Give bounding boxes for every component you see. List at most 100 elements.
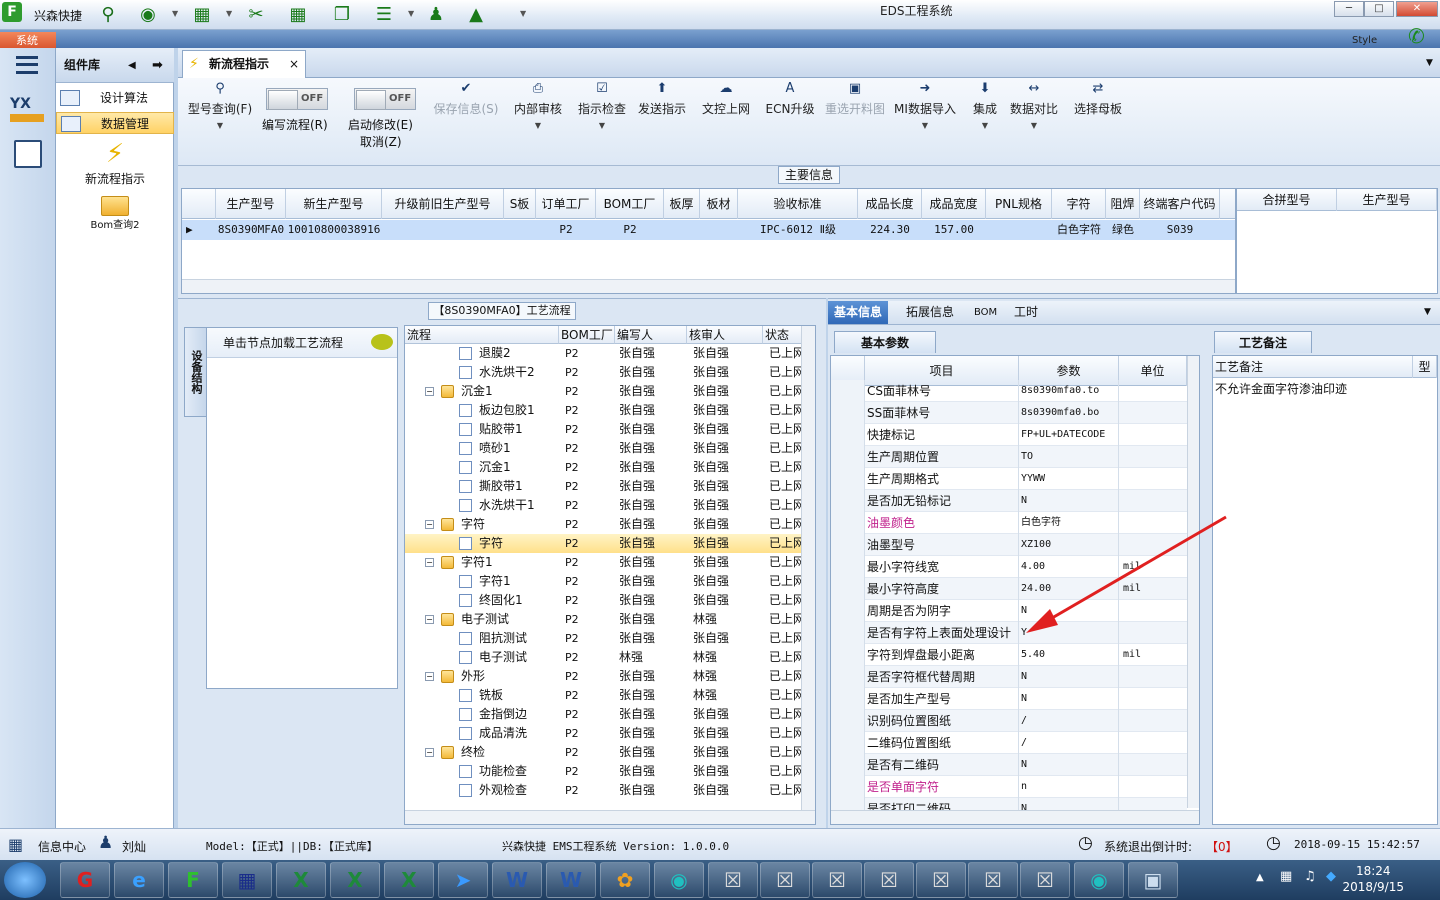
param-row[interactable]: 是否有二维码 N: [831, 754, 1187, 776]
close-icon[interactable]: ×: [289, 51, 299, 77]
column-header[interactable]: 生产型号: [216, 189, 286, 219]
tree-row[interactable]: − 字符 P2 张自强 张自强 已上网: [405, 515, 803, 534]
horizontal-scrollbar[interactable]: [831, 810, 1199, 824]
close-button[interactable]: ✕: [1396, 1, 1438, 17]
chevron-down-icon[interactable]: ▼: [408, 9, 414, 18]
tree-row[interactable]: 字符 P2 张自强 张自强 已上网: [405, 534, 803, 553]
chevron-down-icon[interactable]: ▼: [172, 9, 178, 18]
write-flow-toggle[interactable]: OFF: [266, 88, 328, 110]
param-row[interactable]: 二维码位置图纸 /: [831, 732, 1187, 754]
column-header[interactable]: 升级前旧生产型号: [382, 189, 504, 219]
param-row[interactable]: 生产周期位置 TO: [831, 446, 1187, 468]
shell-icon[interactable]: ✿: [600, 862, 650, 898]
table-cell[interactable]: 10010800038916: [286, 220, 382, 240]
ribbon-button[interactable]: ✔ 保存信息(S): [430, 82, 502, 142]
param-value[interactable]: N: [1019, 688, 1119, 710]
tree-row[interactable]: 水洗烘干1 P2 张自强 张自强 已上网: [405, 496, 803, 515]
taskbar-clock[interactable]: 18:24 2018/9/15: [1342, 863, 1404, 895]
excel-icon[interactable]: X: [330, 862, 380, 898]
collapse-toggle-icon[interactable]: −: [425, 615, 434, 624]
column-header[interactable]: 订单工厂: [536, 189, 596, 219]
new-flow-indicator-tool[interactable]: ⚡ 新流程指示: [56, 138, 174, 190]
horizontal-scrollbar[interactable]: [405, 810, 815, 824]
tree-row[interactable]: − 电子测试 P2 张自强 林强 已上网: [405, 610, 803, 629]
tab-basic-info[interactable]: 基本信息: [828, 301, 889, 324]
app-g-icon[interactable]: G: [60, 862, 110, 898]
param-value[interactable]: FP+UL+DATECODE: [1019, 424, 1119, 446]
param-value[interactable]: n: [1019, 776, 1119, 798]
eye-icon[interactable]: ◉: [654, 862, 704, 898]
collapse-toggle-icon[interactable]: −: [425, 520, 434, 529]
menu-icon[interactable]: [16, 56, 38, 74]
security-icon[interactable]: ◆: [1326, 869, 1336, 884]
table-cell[interactable]: 157.00: [922, 220, 986, 240]
chart-icon[interactable]: ▲: [464, 3, 488, 25]
param-row[interactable]: CS面菲林号 8s0390mfa0.to: [831, 380, 1187, 402]
tree-row[interactable]: 成品清洗 P2 张自强 张自强 已上网: [405, 724, 803, 743]
param-row[interactable]: 识别码位置图纸 /: [831, 710, 1187, 732]
table-cell[interactable]: 绿色: [1106, 220, 1140, 240]
collapse-toggle-icon[interactable]: −: [425, 558, 434, 567]
style-label[interactable]: Style: [1352, 35, 1377, 46]
param-value[interactable]: /: [1019, 710, 1119, 732]
tab-bom[interactable]: BOM: [968, 301, 1003, 324]
window-icon[interactable]: ☒: [968, 862, 1018, 898]
grid-icon[interactable]: ▦: [190, 3, 214, 25]
ribbon-button[interactable]: ⎙ 内部审核 ▼: [512, 82, 564, 142]
save-disk-icon[interactable]: ▦: [222, 862, 272, 898]
chevron-down-icon[interactable]: ▼: [226, 9, 232, 18]
tree-row[interactable]: 喷砂1 P2 张自强 张自强 已上网: [405, 439, 803, 458]
lifebuoy-icon[interactable]: ◉: [136, 3, 160, 25]
table-cell[interactable]: [504, 220, 536, 240]
table-cell[interactable]: [382, 220, 504, 240]
window-icon[interactable]: ☒: [864, 862, 914, 898]
ribbon-button[interactable]: ☁ 文控上网: [700, 82, 752, 142]
search-icon[interactable]: ⚲: [96, 3, 120, 25]
vertical-scrollbar[interactable]: [801, 326, 815, 810]
param-row[interactable]: SS面菲林号 8s0390mfa0.bo: [831, 402, 1187, 424]
table-cell[interactable]: P2: [536, 220, 596, 240]
param-value[interactable]: N: [1019, 666, 1119, 688]
tree-row[interactable]: 外观检查 P2 张自强 张自强 已上网: [405, 781, 803, 800]
column-header[interactable]: 验收标准: [738, 189, 858, 219]
component-item-data-mgmt[interactable]: 数据管理: [56, 112, 174, 134]
column-header[interactable]: 编写人: [615, 326, 687, 344]
tray-chevron-icon[interactable]: ▲: [1256, 872, 1264, 883]
maximize-button[interactable]: □: [1364, 1, 1394, 17]
tab-work-hours[interactable]: 工时: [1008, 301, 1044, 324]
param-row[interactable]: 是否单面字符 n: [831, 776, 1187, 798]
ribbon-button[interactable]: ▣ 重选开料图: [822, 82, 888, 142]
model-search-button[interactable]: ⚲ 型号查询(F) ▼: [184, 82, 256, 142]
table-cell[interactable]: [986, 220, 1052, 240]
window-icon[interactable]: ☒: [708, 862, 758, 898]
chevron-left-icon[interactable]: ◀: [128, 48, 136, 83]
tree-row[interactable]: − 外形 P2 张自强 林强 已上网: [405, 667, 803, 686]
param-row[interactable]: 字符到焊盘最小距离 5.40 mil: [831, 644, 1187, 666]
column-header[interactable]: 字符: [1052, 189, 1106, 219]
info-center-label[interactable]: 信息中心: [38, 838, 86, 855]
tree-row[interactable]: 金指倒边 P2 张自强 张自强 已上网: [405, 705, 803, 724]
word-icon[interactable]: W: [492, 862, 542, 898]
table-cell[interactable]: 白色字符: [1052, 220, 1106, 240]
column-header[interactable]: PNL规格: [986, 189, 1052, 219]
start-edit-toggle[interactable]: OFF: [354, 88, 416, 110]
yx-logo-icon[interactable]: YX: [10, 96, 44, 128]
pin-icon[interactable]: ➡: [152, 48, 163, 83]
column-header[interactable]: 状态: [763, 326, 803, 344]
table-cell[interactable]: S039: [1140, 220, 1220, 240]
column-header[interactable]: 成品长度: [858, 189, 922, 219]
tab-device-structure[interactable]: 设备结构: [184, 327, 208, 417]
column-header[interactable]: S板: [504, 189, 536, 219]
ribbon-button[interactable]: ⇄ 选择母板: [1072, 82, 1124, 142]
column-header[interactable]: 板厚: [664, 189, 700, 219]
user-icon[interactable]: ♟: [424, 3, 448, 25]
tab-extended-info[interactable]: 拓展信息: [900, 301, 960, 324]
window-icon[interactable]: ☒: [916, 862, 966, 898]
list-icon[interactable]: ☰: [372, 3, 396, 25]
tree-row[interactable]: 终固化1 P2 张自强 张自强 已上网: [405, 591, 803, 610]
param-value[interactable]: TO: [1019, 446, 1119, 468]
tree-row[interactable]: − 终检 P2 张自强 张自强 已上网: [405, 743, 803, 762]
param-row[interactable]: 快捷标记 FP+UL+DATECODE: [831, 424, 1187, 446]
eye-icon[interactable]: ◉: [1074, 862, 1124, 898]
component-item-design-algo[interactable]: 设计算法: [56, 87, 174, 109]
